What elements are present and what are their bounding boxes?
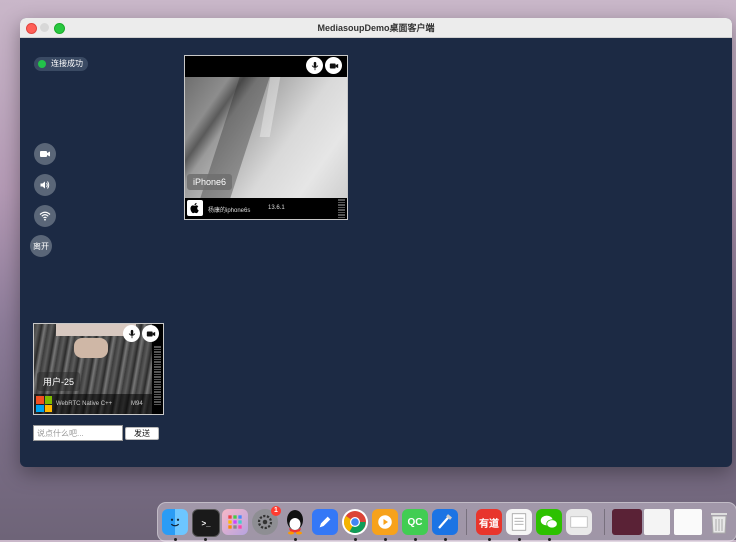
video-camera-icon (329, 63, 338, 68)
remote-audio-meter (338, 199, 345, 218)
qq-icon[interactable] (282, 509, 308, 535)
qt-creator-icon[interactable]: QC (402, 509, 428, 535)
window-title: MediasoupDemo桌面客户端 (317, 23, 435, 33)
apple-logo-icon (187, 200, 203, 216)
system-preferences-icon[interactable]: 1 (252, 506, 281, 535)
dock: >_ 1 QC 有道 (157, 502, 736, 542)
xcode-icon[interactable] (432, 509, 458, 535)
camera-icon (40, 151, 50, 157)
recent-window-3-thumbnail[interactable] (674, 509, 702, 535)
status-dot-icon (38, 60, 46, 68)
local-peer-name[interactable]: 用户-25 (37, 372, 81, 391)
connection-status-badge: 连接成功 (34, 57, 88, 71)
pencil-app-icon[interactable] (312, 509, 338, 535)
camera-toggle-button[interactable] (34, 143, 56, 165)
remote-peer-name[interactable]: iPhone6 (187, 174, 233, 190)
local-audio-meter (154, 346, 161, 405)
wifi-icon (39, 211, 51, 221)
terminal-icon[interactable]: >_ (192, 509, 220, 537)
microphone-icon (311, 61, 318, 70)
microphone-icon (128, 329, 135, 338)
settings-badge: 1 (271, 506, 281, 516)
wechat-icon[interactable] (536, 509, 562, 535)
recent-window-1-thumbnail[interactable] (612, 509, 642, 535)
recent-window-2-thumbnail[interactable] (644, 509, 670, 535)
remote-os-version: 13.6.1 (268, 205, 285, 211)
local-client-version: M94 (131, 401, 143, 407)
launchpad-icon[interactable] (222, 509, 248, 535)
remote-mic-button[interactable] (306, 57, 323, 74)
speaker-icon (40, 181, 50, 189)
youdao-icon[interactable]: 有道 (476, 509, 502, 535)
document-icon[interactable] (566, 509, 592, 535)
windows-logo-icon (36, 396, 52, 412)
trash-icon[interactable] (706, 509, 732, 535)
leave-label: 离开 (33, 241, 49, 251)
local-mic-button[interactable] (123, 325, 140, 342)
app-window: MediasoupDemo桌面客户端 连接成功 离开 iPhone6 杨康的ip… (20, 18, 732, 467)
audio-toggle-button[interactable] (34, 174, 56, 196)
video-player-icon[interactable] (372, 509, 398, 535)
leave-button[interactable]: 离开 (30, 235, 52, 257)
remote-media-icons (306, 57, 342, 74)
network-button[interactable] (34, 205, 56, 227)
local-camera-button[interactable] (142, 325, 159, 342)
local-client-name: WebRTC Native C++ (56, 401, 113, 407)
send-button[interactable]: 发送 (125, 427, 159, 440)
chat-input[interactable] (33, 425, 123, 441)
chrome-icon[interactable] (342, 509, 368, 535)
local-peer-tile: 用户-25 WebRTC Native C++ M94 (33, 323, 164, 415)
textedit-icon[interactable] (506, 509, 532, 535)
remote-device-name: 杨康的iphone6s (208, 208, 251, 214)
connection-status-label: 连接成功 (51, 59, 83, 68)
remote-camera-button[interactable] (325, 57, 342, 74)
remote-peer-tile: iPhone6 杨康的iphone6s 13.6.1 (184, 55, 348, 220)
local-media-icons (123, 325, 159, 342)
title-bar: MediasoupDemo桌面客户端 (20, 18, 732, 38)
finder-icon[interactable] (162, 509, 188, 535)
remote-peer-info-bar: 杨康的iphone6s 13.6.1 (185, 198, 347, 219)
video-camera-icon (146, 331, 155, 336)
local-peer-info-bar: WebRTC Native C++ M94 (34, 394, 152, 414)
